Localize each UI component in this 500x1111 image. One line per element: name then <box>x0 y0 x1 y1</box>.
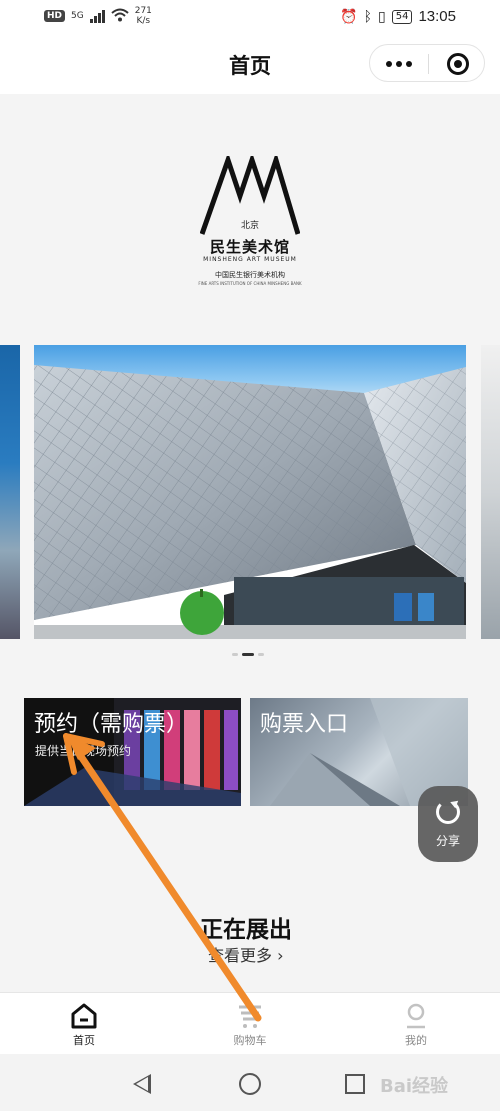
tab-bar: 首页 购物车 我的 <box>0 992 500 1054</box>
carousel-indicator <box>232 653 264 656</box>
close-miniprogram-icon[interactable] <box>447 53 469 75</box>
carousel-dot <box>258 653 264 656</box>
battery-icon: 54 <box>391 9 413 24</box>
wifi-icon <box>111 7 129 26</box>
speed-value: 271 <box>134 6 152 16</box>
reserve-tile[interactable]: 预约（需购票） 提供当日现场预约 <box>24 698 241 806</box>
miniprogram-capsule <box>369 44 485 82</box>
tab-me[interactable]: 我的 <box>376 999 456 1048</box>
banner-carousel[interactable] <box>0 345 500 656</box>
profile-icon <box>376 999 456 1029</box>
reserve-tile-subtitle: 提供当日现场预约 <box>35 744 132 758</box>
logo-city: 北京 <box>240 221 259 231</box>
museum-building-photo <box>34 365 466 639</box>
speed-unit: K/s <box>136 16 151 26</box>
home-circle-icon[interactable] <box>239 1073 261 1095</box>
tab-home-label: 首页 <box>73 1034 95 1047</box>
alarm-icon: ⏰ <box>340 8 358 25</box>
signal-type: 5G <box>71 11 84 21</box>
status-time: 13:05 <box>418 8 456 25</box>
signal-bars-icon <box>89 9 105 23</box>
back-icon[interactable] <box>133 1074 151 1094</box>
capsule-divider <box>428 54 429 74</box>
watermark: Bai经验 <box>380 1076 449 1097</box>
bluetooth-icon: ᛒ <box>363 8 372 25</box>
tab-home[interactable]: 首页 <box>44 999 124 1048</box>
reserve-tile-title: 预约（需购票） <box>34 712 189 737</box>
view-more-link[interactable]: 查看更多 › <box>208 942 284 966</box>
chevron-right-icon: › <box>277 946 284 965</box>
carousel-dot <box>232 653 238 656</box>
status-left: HD 5G 271 K/s <box>44 6 152 26</box>
recent-apps-icon[interactable] <box>345 1074 365 1094</box>
logo-parent-en: FINE ARTS INSTITUTION OF CHINA MINSHENG … <box>198 281 302 286</box>
logo-name-cn: 民生美术馆 <box>209 238 290 256</box>
system-nav-bar: Bai经验 <box>0 1054 500 1111</box>
museum-logo: 北京 民生美术馆 MINSHENG ART MUSEUM 中国民生银行美术机构 … <box>180 150 320 300</box>
network-speed: 271 K/s <box>135 6 152 26</box>
tab-me-label: 我的 <box>405 1034 427 1047</box>
view-more-label: 查看更多 <box>208 946 273 965</box>
carousel-slide-next[interactable] <box>481 345 500 639</box>
exhibition-heading: 正在展出 <box>200 916 292 943</box>
share-label: 分享 <box>435 834 460 848</box>
share-button[interactable]: 分享 <box>418 786 478 862</box>
vibrate-icon: ▯ <box>378 8 386 25</box>
carousel-slide-prev[interactable] <box>0 345 20 639</box>
logo-name-en: MINSHENG ART MUSEUM <box>203 256 297 263</box>
tab-cart[interactable]: 购物车 <box>210 999 290 1048</box>
tab-cart-label: 购物车 <box>233 1034 267 1047</box>
hd-badge: HD <box>44 10 66 22</box>
ticket-tile-title: 购票入口 <box>260 712 349 737</box>
carousel-slide-current[interactable] <box>34 345 466 639</box>
logo-parent-cn: 中国民生银行美术机构 <box>215 271 285 279</box>
share-icon <box>436 800 460 824</box>
status-right: ⏰ ᛒ ▯ 54 13:05 <box>340 8 456 25</box>
home-icon <box>44 999 124 1029</box>
carousel-dot-active <box>242 653 254 656</box>
cart-icon <box>210 999 290 1029</box>
nav-bar: 首页 <box>0 34 500 94</box>
status-bar: HD 5G 271 K/s ⏰ ᛒ ▯ 54 13:05 <box>0 0 500 34</box>
more-menu-icon[interactable] <box>386 61 412 67</box>
